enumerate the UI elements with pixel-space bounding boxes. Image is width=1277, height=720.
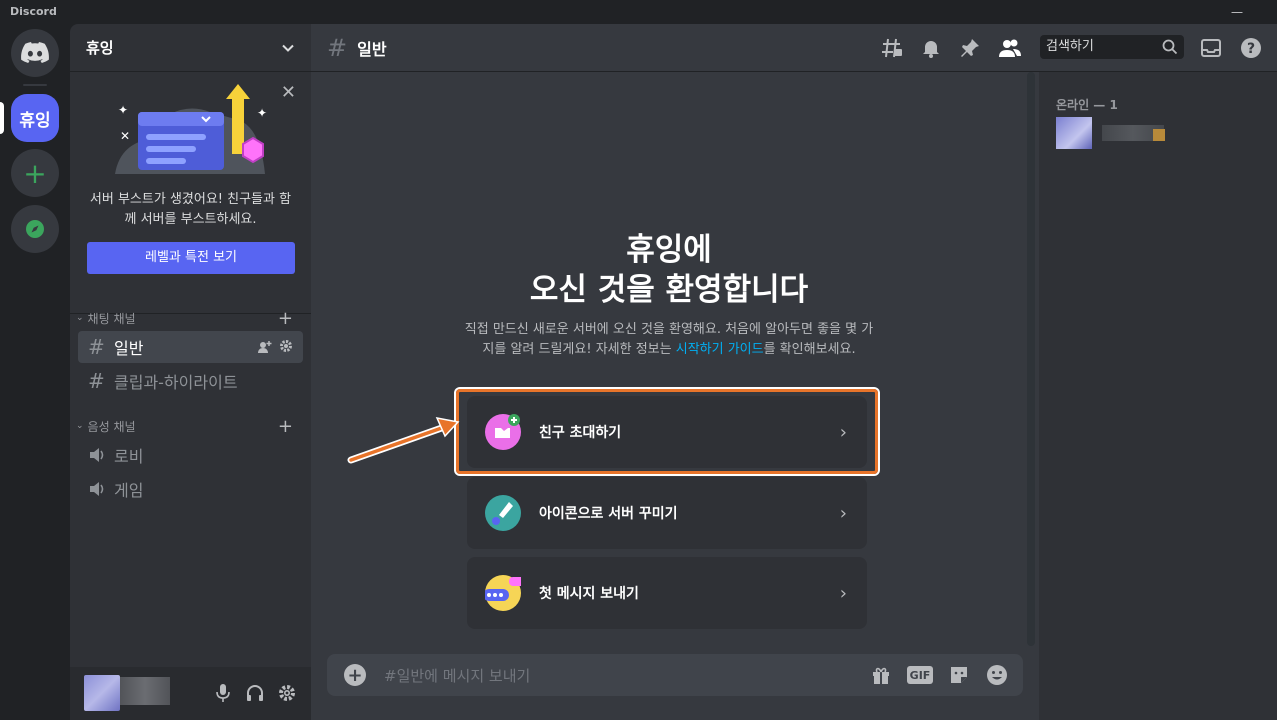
emoji-icon[interactable] [985,663,1009,687]
svg-text:✕: ✕ [120,129,130,143]
channel-name: 일반 [357,39,387,59]
boost-promo-card: ✕ ✦ ✦ ✕ 서버 부스트가 생겼어요! 친구들과 함께 서버를 부스트하세요… [70,74,311,314]
action-label: 첫 메시지 보내기 [539,586,639,602]
avatar[interactable] [1056,117,1092,149]
getting-started-guide-link[interactable]: 시작하기 가이드 [676,342,764,357]
message-composer[interactable]: + #일반에 메시지 보내기 GIF [327,654,1023,696]
category-label: 음성 채널 [87,419,136,434]
channel-title: # 일반 [311,34,387,62]
gift-icon[interactable] [869,663,893,687]
brush-icon [485,495,521,531]
category-label: 채팅 채널 [87,311,136,326]
scrollbar[interactable] [1027,72,1035,646]
speaker-icon [90,482,104,496]
help-icon[interactable]: ? [1239,36,1263,60]
message-bubble-icon [483,575,525,611]
avatar[interactable] [84,675,120,711]
member-list-icon[interactable] [998,36,1022,60]
customize-server-icon-button[interactable]: 아이콘으로 서버 꾸미기 › [467,477,867,549]
notification-bell-icon[interactable] [919,36,943,60]
user-panel [70,667,311,720]
channel-label: 클립과-하이라이트 [114,373,238,392]
search-input[interactable]: 검색하기 [1040,35,1184,59]
discord-logo-icon [21,42,49,63]
message-input[interactable]: #일반에 메시지 보내기 [384,665,869,686]
category-voice-channels[interactable]: ⌄ 음성 채널 + [70,416,311,437]
chevron-down-icon [282,44,294,52]
send-first-message-button[interactable]: 첫 메시지 보내기 › [467,557,867,629]
rail-separator [23,84,47,86]
create-channel-icon[interactable]: + [278,308,293,329]
server-huing[interactable]: 휴잉 [11,94,59,142]
category-text-channels[interactable]: ⌄ 채팅 채널 + [70,308,311,329]
minimize-btn[interactable]: — [1222,0,1252,24]
microphone-icon[interactable] [211,681,235,705]
action-label: 아이콘으로 서버 꾸미기 [539,506,678,522]
settings-gear-icon[interactable] [275,681,299,705]
add-server-button[interactable]: + [11,149,59,197]
svg-text:?: ? [1247,41,1255,57]
chevron-right-icon: › [839,502,847,524]
member-list: 온라인 — 1 [1039,72,1277,720]
welcome-title-line2: 오신 것을 환영합니다 [529,272,809,308]
inbox-icon[interactable] [1199,36,1223,60]
boost-text: 서버 부스트가 생겼어요! 친구들과 함께 서버를 부스트하세요. [89,192,292,227]
compass-icon [26,220,44,238]
channel-sidebar: 휴잉 ✕ ✦ ✦ ✕ 서버 부스트가 생겼어요! 친구들과 함께 서버를 부스트… [70,24,311,720]
gear-icon[interactable] [279,339,293,353]
voice-channel-game[interactable]: 게임 [78,473,303,505]
invite-member-icon[interactable] [257,339,273,355]
search-icon [1162,39,1178,55]
guild-name: 휴잉 [86,39,114,57]
welcome-section: 휴잉에 오신 것을 환영합니다 직접 만드신 새로운 서버에 오신 것을 환영해… [311,230,1027,360]
app-name: Discord [10,5,57,18]
explore-servers-button[interactable] [11,205,59,253]
server-rail: 휴잉 + [0,24,70,720]
chevron-down-icon: ⌄ [76,421,84,431]
chevron-right-icon: › [839,582,847,604]
channel-header: # 일반 검색하기 ? [311,24,1277,72]
boost-illustration: ✦ ✦ ✕ [115,84,267,174]
guild-header[interactable]: 휴잉 [70,24,311,72]
channel-label: 일반 [114,339,144,358]
sticker-icon[interactable] [947,663,971,687]
welcome-title-line1: 휴잉에 [626,232,712,268]
member-list-header: 온라인 — 1 [1056,98,1118,112]
chevron-down-icon: ⌄ [76,313,84,323]
channel-label: 로비 [114,447,144,466]
channel-clips-highlights[interactable]: # 클립과-하이라이트 [78,365,303,397]
search-placeholder: 검색하기 [1046,39,1094,54]
speaker-icon [90,448,104,462]
svg-text:✦: ✦ [257,106,267,120]
threads-icon[interactable] [880,36,904,60]
highlight-box [456,389,878,474]
pin-icon[interactable] [958,36,982,60]
headphones-icon[interactable] [243,681,267,705]
member-badge [1153,129,1165,141]
voice-channel-lobby[interactable]: 로비 [78,439,303,471]
active-server-pill [0,102,4,134]
gif-icon[interactable]: GIF [907,666,933,684]
discord-home-button[interactable] [11,29,59,77]
welcome-description: 직접 만드신 새로운 서버에 오신 것을 환영해요. 처음에 알아두면 좋을 몇… [464,322,874,357]
title-bar: Discord — [0,0,1277,24]
svg-text:✦: ✦ [118,103,128,117]
channel-general[interactable]: # 일반 [78,331,303,363]
channel-label: 게임 [114,481,144,500]
username-redacted [120,677,170,705]
hash-icon: # [88,335,105,359]
add-attachment-icon[interactable]: + [344,664,366,686]
hash-icon: # [88,369,105,393]
close-icon[interactable]: ✕ [281,82,296,103]
annotation-arrow [347,416,460,464]
create-channel-icon[interactable]: + [278,416,293,437]
view-levels-perks-button[interactable]: 레벨과 특전 보기 [87,242,295,274]
hash-icon: # [327,33,348,62]
